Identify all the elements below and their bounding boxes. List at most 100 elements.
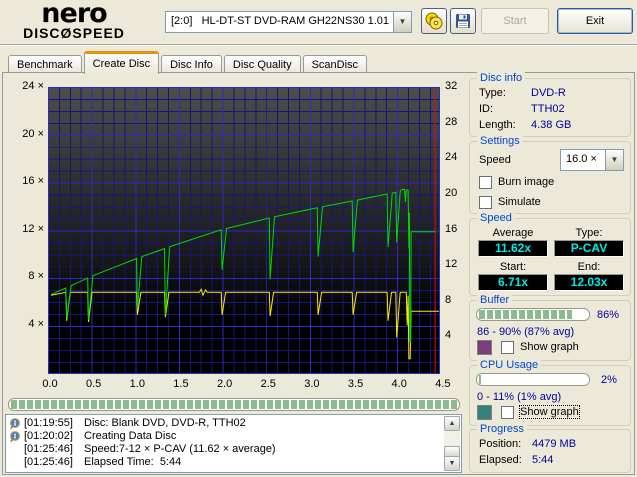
x-axis-tick: 2.5 — [260, 378, 276, 390]
buffer-level-bar — [476, 308, 590, 321]
speed-select[interactable]: 16.0 × ▼ — [560, 149, 624, 171]
cpu-usage-bar — [476, 373, 590, 386]
disc-id-label: ID: — [479, 103, 494, 115]
log-row: [01:25:46] Elapsed Time: 5:44 — [9, 456, 458, 469]
buffer-show-graph-label: Show graph — [520, 341, 579, 353]
simulate-checkbox[interactable] — [479, 196, 492, 209]
burn-image-label: Burn image — [498, 176, 555, 188]
drive-selector-value: [2:0] HL-DT-ST DVD-RAM GH22NS30 1.01 — [171, 15, 390, 27]
start-speed-display: 6.71x — [478, 274, 548, 291]
position-value: 4479 MB — [532, 438, 577, 450]
info-balloon-icon — [9, 457, 24, 469]
cpu-range: 0 - 11% (1% avg) — [477, 391, 562, 403]
log-timestamp: [01:20:02] — [24, 430, 73, 442]
speed-type-display: P-CAV — [554, 240, 624, 257]
x-axis-tick: 4.0 — [391, 378, 407, 390]
disc-id-value: TTH02 — [531, 103, 565, 115]
disc-length-label: Length: — [479, 119, 516, 131]
nero-discspeed-window: nero DISCØSPEED [2:0] HL-DT-ST DVD-RAM G… — [0, 0, 637, 477]
nero-discspeed-logo: nero DISCØSPEED — [6, 0, 142, 41]
logo-discspeed-text: DISCØSPEED — [23, 25, 125, 41]
cpu-usage-groupbox: CPU Usage 2% 0 - 11% (1% avg) Show graph — [469, 359, 631, 426]
elapsed-label: Elapsed: — [479, 454, 522, 466]
cpu-color-swatch — [477, 405, 492, 420]
save-button[interactable] — [450, 8, 476, 34]
start-button[interactable]: Start — [481, 8, 549, 34]
log-message: Elapsed Time: 5:44 — [84, 456, 182, 468]
y-axis-left-tick: 20 × — [22, 127, 44, 140]
log-message: Disc: Blank DVD, DVD-R, TTH02 — [84, 417, 246, 429]
log-timestamp: [01:19:55] — [24, 417, 73, 429]
buffer-title: Buffer — [477, 294, 513, 306]
elapsed-value: 5:44 — [532, 454, 554, 466]
settings-groupbox: Settings Speed 16.0 × ▼ Burn image Simul… — [469, 135, 631, 214]
chevron-down-icon[interactable]: ▼ — [393, 12, 411, 32]
log-row: [01:19:55] Disc: Blank DVD, DVD-R, TTH02 — [9, 417, 458, 430]
speed-groupbox: Speed Average Type: 11.62x P-CAV Start: … — [469, 212, 631, 296]
tab-create-disc[interactable]: Create Disc — [83, 51, 160, 74]
info-balloon-icon — [9, 430, 24, 443]
scroll-down-icon[interactable]: ▼ — [444, 456, 460, 471]
progress-title: Progress — [477, 423, 528, 435]
log-row: [01:20:02] Creating Data Disc — [9, 430, 458, 443]
exit-button[interactable]: Exit — [557, 8, 633, 34]
cpu-percent: 2% — [601, 374, 617, 386]
log-message: Speed:7-12 × P-CAV (11.62 × average) — [84, 443, 276, 455]
log-scrollbar[interactable]: ▲ ▼ — [444, 416, 460, 471]
settings-title: Settings — [477, 135, 523, 147]
buffer-range: 86 - 90% (87% avg) — [477, 326, 575, 338]
speed-setting-label: Speed — [479, 154, 511, 166]
y-axis-left-tick: 8 × — [28, 270, 44, 282]
speed-type-label: Type: — [575, 227, 603, 239]
buffer-level-fill — [479, 310, 572, 319]
scroll-up-icon[interactable]: ▲ — [444, 416, 460, 431]
speed-title: Speed — [477, 212, 515, 224]
average-speed-display: 11.62x — [478, 240, 548, 257]
rotation-speed-line — [50, 288, 439, 360]
average-speed-label: Average — [492, 227, 534, 239]
log-message: Creating Data Disc — [84, 430, 177, 442]
cpu-show-graph-label: Show graph — [519, 405, 580, 419]
info-balloon-icon — [9, 417, 24, 430]
disc-length-value: 4.38 GB — [531, 119, 572, 131]
buffer-color-swatch — [477, 340, 492, 355]
x-axis-tick: 1.0 — [129, 378, 145, 390]
progress-groupbox: Progress Position: 4479 MB Elapsed: 5:44 — [469, 423, 631, 473]
disc-type-label: Type: — [479, 87, 506, 99]
position-label: Position: — [479, 438, 522, 450]
y-axis-left-tick: 4 × — [28, 317, 44, 330]
x-axis-tick: 0.5 — [85, 378, 102, 390]
disc-icon — [425, 12, 443, 30]
y-axis-left-tick: 16 × — [22, 175, 44, 187]
cpu-show-graph-checkbox[interactable] — [501, 406, 514, 419]
logo-nero-text: nero — [41, 0, 107, 29]
buffer-show-graph-checkbox[interactable] — [501, 341, 514, 354]
disc-info-groupbox: Disc info Type: DVD-R ID: TTH02 Length: … — [469, 72, 631, 137]
burn-progress-fill — [11, 400, 457, 409]
x-axis-tick: 3.5 — [347, 378, 364, 390]
x-axis-tick: 1.5 — [173, 378, 189, 390]
cpu-usage-title: CPU Usage — [477, 359, 542, 371]
y-axis-left-tick: 12 × — [22, 222, 44, 235]
x-axis-tick: 4.5 — [435, 378, 451, 390]
burn-progress-bar — [8, 398, 460, 411]
disc-info-title: Disc info — [477, 72, 526, 84]
speed-select-value: 16.0 × — [566, 153, 597, 165]
start-speed-label: Start: — [499, 261, 527, 273]
burn-image-checkbox[interactable] — [479, 176, 492, 189]
end-speed-display: 12.03x — [554, 274, 624, 291]
write-speed-graph — [48, 87, 440, 374]
chevron-down-icon[interactable]: ▼ — [605, 150, 623, 170]
log-row: [01:25:46] Speed:7-12 × P-CAV (11.62 × a… — [9, 443, 458, 456]
buffer-percent: 86% — [597, 309, 620, 321]
buffer-groupbox: Buffer 86% 86 - 90% (87% avg) Show graph — [469, 294, 631, 361]
drive-selector-dropdown[interactable]: [2:0] HL-DT-ST DVD-RAM GH22NS30 1.01 ▼ — [165, 11, 412, 33]
disc-type-value: DVD-R — [531, 87, 566, 99]
write-speed-line — [50, 189, 436, 343]
event-log: [01:19:55] Disc: Blank DVD, DVD-R, TTH02… — [5, 414, 462, 473]
save-icon — [456, 14, 470, 28]
x-axis-tick: 2.0 — [216, 378, 233, 390]
x-axis-tick: 0.0 — [42, 378, 58, 390]
x-axis-tick: 3.0 — [304, 378, 320, 390]
eject-disc-button[interactable] — [421, 8, 447, 34]
